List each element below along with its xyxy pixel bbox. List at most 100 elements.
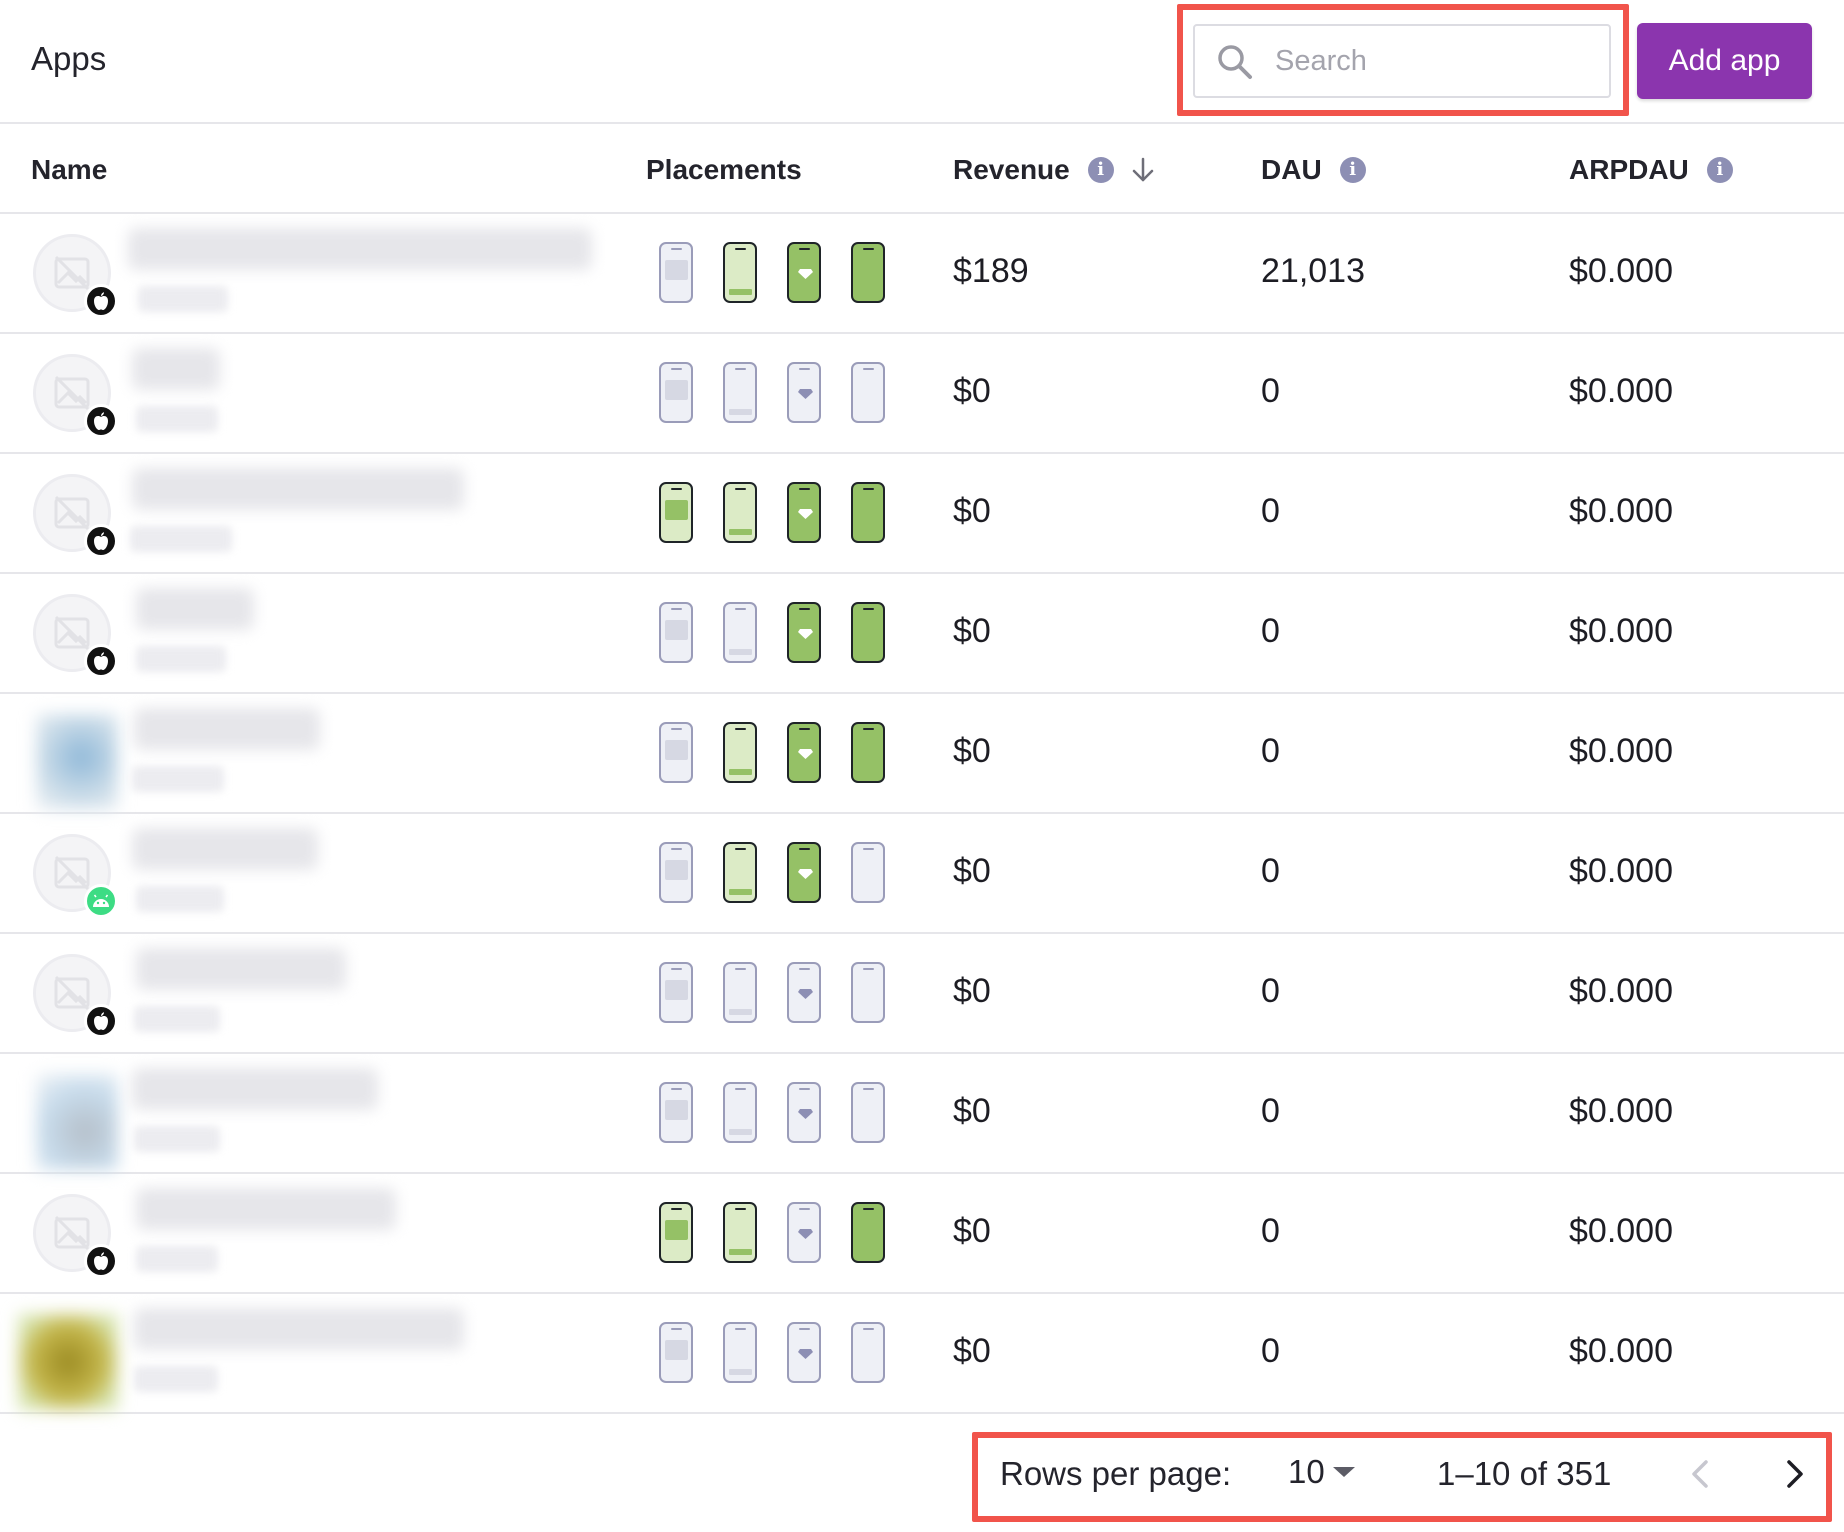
apple-icon	[84, 644, 118, 678]
search-field[interactable]	[1193, 24, 1611, 98]
placement-fullscreen-icon[interactable]	[851, 602, 885, 663]
search-input[interactable]	[1275, 32, 1595, 90]
placement-interstitial-icon[interactable]	[723, 242, 757, 303]
placement-interstitial-icon[interactable]	[723, 602, 757, 663]
placement-rewarded-icon[interactable]	[787, 362, 821, 423]
table-row[interactable]: $189 21,013 $0.000	[0, 214, 1844, 334]
placement-fullscreen-icon[interactable]	[851, 722, 885, 783]
placement-rewarded-icon[interactable]	[787, 602, 821, 663]
image-placeholder-icon	[54, 1215, 90, 1251]
column-header-arpdau[interactable]: ARPDAU i	[1569, 154, 1733, 186]
info-icon[interactable]: i	[1087, 157, 1114, 183]
app-name-redacted[interactable]	[134, 708, 320, 750]
app-name-redacted[interactable]	[132, 1068, 378, 1110]
revenue-cell: $0	[953, 972, 991, 1010]
app-name-redacted[interactable]	[134, 1308, 464, 1350]
placement-banner-icon[interactable]	[659, 842, 693, 903]
placement-rewarded-icon[interactable]	[787, 1322, 821, 1383]
revenue-cell: $0	[953, 372, 991, 410]
placement-rewarded-icon[interactable]	[787, 962, 821, 1023]
placement-fullscreen-icon[interactable]	[851, 1202, 885, 1263]
table-row[interactable]: $0 0 $0.000	[0, 694, 1844, 814]
placement-banner-icon[interactable]	[659, 482, 693, 543]
column-header-dau[interactable]: DAU i	[1261, 154, 1366, 186]
revenue-cell: $0	[953, 1212, 991, 1250]
app-name-redacted[interactable]	[136, 948, 346, 990]
placement-banner-icon[interactable]	[659, 722, 693, 783]
placement-interstitial-icon[interactable]	[723, 362, 757, 423]
placement-banner-icon[interactable]	[659, 602, 693, 663]
placement-interstitial-icon[interactable]	[723, 1082, 757, 1143]
dau-cell: 0	[1261, 972, 1280, 1010]
table-row[interactable]: $0 0 $0.000	[0, 454, 1844, 574]
app-id-redacted	[136, 886, 224, 912]
rows-per-page-select[interactable]: 10	[1288, 1453, 1355, 1491]
placement-banner-icon[interactable]	[659, 242, 693, 303]
arpdau-cell: $0.000	[1569, 252, 1673, 290]
placement-banner-icon[interactable]	[659, 1322, 693, 1383]
image-placeholder-icon	[54, 615, 90, 651]
placement-banner-icon[interactable]	[659, 362, 693, 423]
column-header-revenue[interactable]: Revenue i	[953, 154, 1156, 186]
arpdau-cell: $0.000	[1569, 492, 1673, 530]
next-page-button[interactable]	[1779, 1454, 1809, 1494]
placement-interstitial-icon[interactable]	[723, 1322, 757, 1383]
table-row[interactable]: $0 0 $0.000	[0, 934, 1844, 1054]
app-name-redacted[interactable]	[132, 348, 220, 390]
pagination-range: 1–10 of 351	[1437, 1455, 1612, 1492]
placements-group	[659, 842, 885, 904]
app-name-redacted[interactable]	[136, 588, 254, 630]
placement-rewarded-icon[interactable]	[787, 722, 821, 783]
info-icon[interactable]: i	[1339, 157, 1366, 183]
placement-fullscreen-icon[interactable]	[851, 1082, 885, 1143]
info-icon[interactable]: i	[1706, 157, 1733, 183]
app-name-redacted[interactable]	[132, 828, 318, 870]
placement-banner-icon[interactable]	[659, 1202, 693, 1263]
column-header-revenue-label: Revenue	[953, 154, 1070, 185]
placement-interstitial-icon[interactable]	[723, 722, 757, 783]
dau-cell: 0	[1261, 1092, 1280, 1130]
placement-fullscreen-icon[interactable]	[851, 962, 885, 1023]
add-app-button[interactable]: Add app	[1637, 23, 1812, 99]
apple-icon	[84, 1244, 118, 1278]
app-name-redacted[interactable]	[128, 228, 592, 270]
table-row[interactable]: $0 0 $0.000	[0, 1054, 1844, 1174]
revenue-cell: $189	[953, 252, 1029, 290]
previous-page-button[interactable]	[1686, 1454, 1716, 1494]
placement-rewarded-icon[interactable]	[787, 842, 821, 903]
placement-rewarded-icon[interactable]	[787, 482, 821, 543]
app-id-redacted	[134, 1366, 218, 1392]
placement-interstitial-icon[interactable]	[723, 1202, 757, 1263]
table-row[interactable]: $0 0 $0.000	[0, 334, 1844, 454]
placement-interstitial-icon[interactable]	[723, 842, 757, 903]
placement-banner-icon[interactable]	[659, 962, 693, 1023]
app-id-redacted	[134, 1126, 220, 1152]
app-name-redacted[interactable]	[132, 468, 464, 510]
placements-group	[659, 1322, 885, 1384]
placement-rewarded-icon[interactable]	[787, 1202, 821, 1263]
placement-fullscreen-icon[interactable]	[851, 842, 885, 903]
table-row[interactable]: $0 0 $0.000	[0, 1174, 1844, 1294]
arpdau-cell: $0.000	[1569, 612, 1673, 650]
table-row[interactable]: $0 0 $0.000	[0, 814, 1844, 934]
column-header-name[interactable]: Name	[31, 154, 107, 186]
table-row[interactable]: $0 0 $0.000	[0, 1294, 1844, 1414]
placement-rewarded-icon[interactable]	[787, 1082, 821, 1143]
app-icon-image	[36, 1074, 118, 1170]
placements-group	[659, 722, 885, 784]
placement-fullscreen-icon[interactable]	[851, 362, 885, 423]
image-placeholder-icon	[54, 255, 90, 291]
sort-descending-icon[interactable]	[1130, 156, 1156, 184]
placement-rewarded-icon[interactable]	[787, 242, 821, 303]
placement-fullscreen-icon[interactable]	[851, 1322, 885, 1383]
app-name-redacted[interactable]	[136, 1188, 396, 1230]
app-id-redacted	[132, 766, 224, 792]
placement-interstitial-icon[interactable]	[723, 482, 757, 543]
table-row[interactable]: $0 0 $0.000	[0, 574, 1844, 694]
page-title: Apps	[31, 40, 107, 77]
placement-banner-icon[interactable]	[659, 1082, 693, 1143]
apple-icon	[84, 404, 118, 438]
placement-fullscreen-icon[interactable]	[851, 482, 885, 543]
placement-fullscreen-icon[interactable]	[851, 242, 885, 303]
placement-interstitial-icon[interactable]	[723, 962, 757, 1023]
